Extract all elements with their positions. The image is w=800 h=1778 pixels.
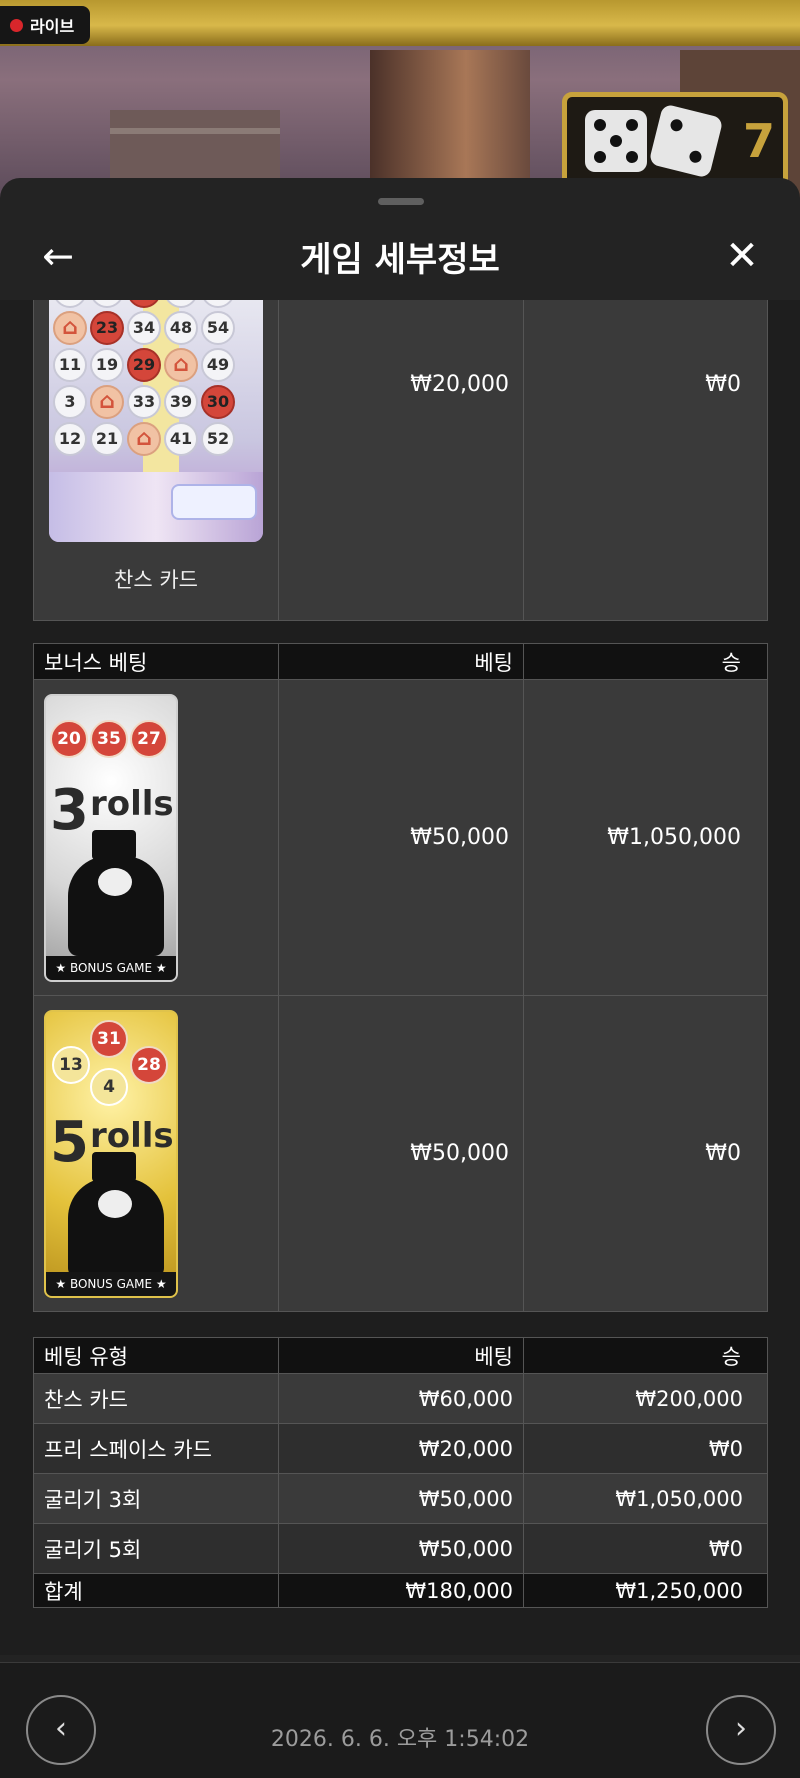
- rolls-text: 3 rolls: [50, 777, 174, 843]
- card-number: 54: [201, 311, 235, 345]
- col-win: 승: [523, 643, 768, 680]
- card-number: 39: [164, 385, 198, 419]
- row-bet: ₩50,000: [278, 1523, 524, 1574]
- col-bet-type: 베팅 유형: [33, 1337, 279, 1374]
- ball: 35: [90, 719, 128, 758]
- table-header: 베팅 유형 베팅 승: [33, 1337, 768, 1374]
- dice-total: 7: [743, 114, 776, 168]
- die-two-icon: [648, 103, 724, 179]
- free-space-icon: [53, 311, 87, 345]
- card-number: 15: [90, 300, 124, 308]
- bonus-bet: ₩50,000: [278, 995, 524, 1312]
- chance-card-label: 찬스 카드: [114, 568, 198, 592]
- dice-result: 7: [562, 92, 788, 190]
- table-row: 굴리기 5회 ₩50,000 ₩0: [33, 1523, 768, 1574]
- details-scroll-area[interactable]: 4153538532334485411192949333393012214152…: [0, 300, 800, 1655]
- bonus-win: ₩1,050,000: [523, 679, 768, 996]
- table-header: 보너스 베팅 베팅 승: [33, 643, 768, 680]
- card-number: 11: [53, 348, 87, 382]
- card-number: 53: [201, 300, 235, 308]
- live-label: 라이브: [30, 17, 75, 36]
- footer-navigation: ‹ 2026. 6. 6. 오후 1:54:02 ›: [0, 1662, 800, 1778]
- chance-bet: ₩20,000: [278, 300, 524, 621]
- summary-table: 베팅 유형 베팅 승 찬스 카드 ₩60,000 ₩200,000 프리 스페이…: [33, 1337, 768, 1608]
- game-details-panel: ← 게임 세부정보 ✕ 4153538532334485411192949333…: [0, 178, 800, 1778]
- table-row: 4153538532334485411192949333393012214152…: [33, 300, 768, 621]
- card-number: 34: [127, 311, 161, 345]
- die-one-icon: [585, 110, 647, 172]
- card-number: 52: [201, 422, 235, 456]
- total-bet: ₩180,000: [278, 1573, 524, 1608]
- round-timestamp: 2026. 6. 6. 오후 1:54:02: [270, 1727, 530, 1752]
- col-bonus-type: 보너스 베팅: [33, 643, 279, 680]
- mascot-icon: [68, 1151, 164, 1278]
- card-number: 33: [127, 385, 161, 419]
- ball: 27: [130, 719, 168, 758]
- row-win: ₩1,050,000: [523, 1473, 768, 1524]
- ball: 13: [52, 1045, 90, 1084]
- chance-win: ₩0: [523, 300, 768, 621]
- live-dot-icon: [10, 18, 23, 32]
- row-win: ₩200,000: [523, 1373, 768, 1424]
- close-icon[interactable]: ✕: [722, 236, 762, 276]
- chance-card-image: 4153538532334485411192949333393012214152: [49, 300, 263, 542]
- page-title: 게임 세부정보: [300, 240, 500, 280]
- row-type: 굴리기 3회: [33, 1473, 279, 1524]
- chance-table: 4153538532334485411192949333393012214152…: [33, 300, 768, 621]
- card-number: 30: [201, 385, 235, 419]
- card-number: 4: [53, 300, 87, 308]
- card-number: 29: [127, 348, 161, 382]
- row-type: 굴리기 5회: [33, 1523, 279, 1574]
- card-number: 41: [164, 422, 198, 456]
- card-number: 3: [53, 385, 87, 419]
- ball: 31: [90, 1019, 128, 1058]
- row-bet: ₩20,000: [278, 1423, 524, 1474]
- row-win: ₩0: [523, 1423, 768, 1474]
- row-bet: ₩50,000: [278, 1473, 524, 1524]
- chevron-right-icon[interactable]: ›: [706, 1695, 776, 1765]
- free-space-icon: [164, 348, 198, 382]
- row-win: ₩0: [523, 1523, 768, 1574]
- drag-handle[interactable]: [378, 198, 424, 205]
- free-space-icon: [90, 385, 124, 419]
- bonus-card-3-rolls: 20 35 27 3 rolls ★ BONUS GAME ★: [44, 693, 178, 982]
- bonus-win: ₩0: [523, 995, 768, 1312]
- row-type: 프리 스페이스 카드: [33, 1423, 279, 1474]
- live-video-background: 라이브 7: [0, 0, 800, 200]
- top-gold-bar: [0, 0, 800, 46]
- free-space-icon: [127, 422, 161, 456]
- row-type: 찬스 카드: [33, 1373, 279, 1424]
- total-label: 합계: [33, 1573, 279, 1608]
- bonus-bet: ₩50,000: [278, 679, 524, 996]
- mascot-icon: [68, 829, 164, 956]
- bonus-table: 보너스 베팅 베팅 승 20 35 27 3 rolls ★ BONUS GAME…: [33, 643, 768, 1312]
- total-win: ₩1,250,000: [523, 1573, 768, 1608]
- col-bet: 베팅: [278, 1337, 524, 1374]
- bonus-game-label: ★ BONUS GAME ★: [46, 1271, 176, 1296]
- card-number: 48: [164, 311, 198, 345]
- bonus-game-label: ★ BONUS GAME ★: [46, 955, 176, 980]
- bonus-card-5-rolls: 31 13 28 4 5 rolls ★ BONUS GAME ★: [44, 1009, 178, 1298]
- card-number: 49: [201, 348, 235, 382]
- col-bet: 베팅: [278, 643, 524, 680]
- live-badge: 라이브: [0, 6, 90, 44]
- ball: 28: [130, 1045, 168, 1084]
- ball: 20: [50, 719, 88, 758]
- card-number: 21: [90, 422, 124, 456]
- panel-header: ← 게임 세부정보 ✕: [0, 214, 800, 294]
- table-row: 31 13 28 4 5 rolls ★ BONUS GAME ★ ₩50,000…: [33, 995, 768, 1312]
- card-number: 12: [53, 422, 87, 456]
- col-win: 승: [523, 1337, 768, 1374]
- row-bet: ₩60,000: [278, 1373, 524, 1424]
- table-row: 20 35 27 3 rolls ★ BONUS GAME ★ ₩50,000 ₩…: [33, 679, 768, 996]
- rolls-text: 5 rolls: [50, 1109, 174, 1175]
- table-row: 프리 스페이스 카드 ₩20,000 ₩0: [33, 1423, 768, 1474]
- ball: 4: [90, 1067, 128, 1106]
- card-number: 23: [90, 311, 124, 345]
- card-number: 19: [90, 348, 124, 382]
- table-row: 찬스 카드 ₩60,000 ₩200,000: [33, 1373, 768, 1424]
- table-row: 굴리기 3회 ₩50,000 ₩1,050,000: [33, 1473, 768, 1524]
- total-row: 합계 ₩180,000 ₩1,250,000: [33, 1573, 768, 1608]
